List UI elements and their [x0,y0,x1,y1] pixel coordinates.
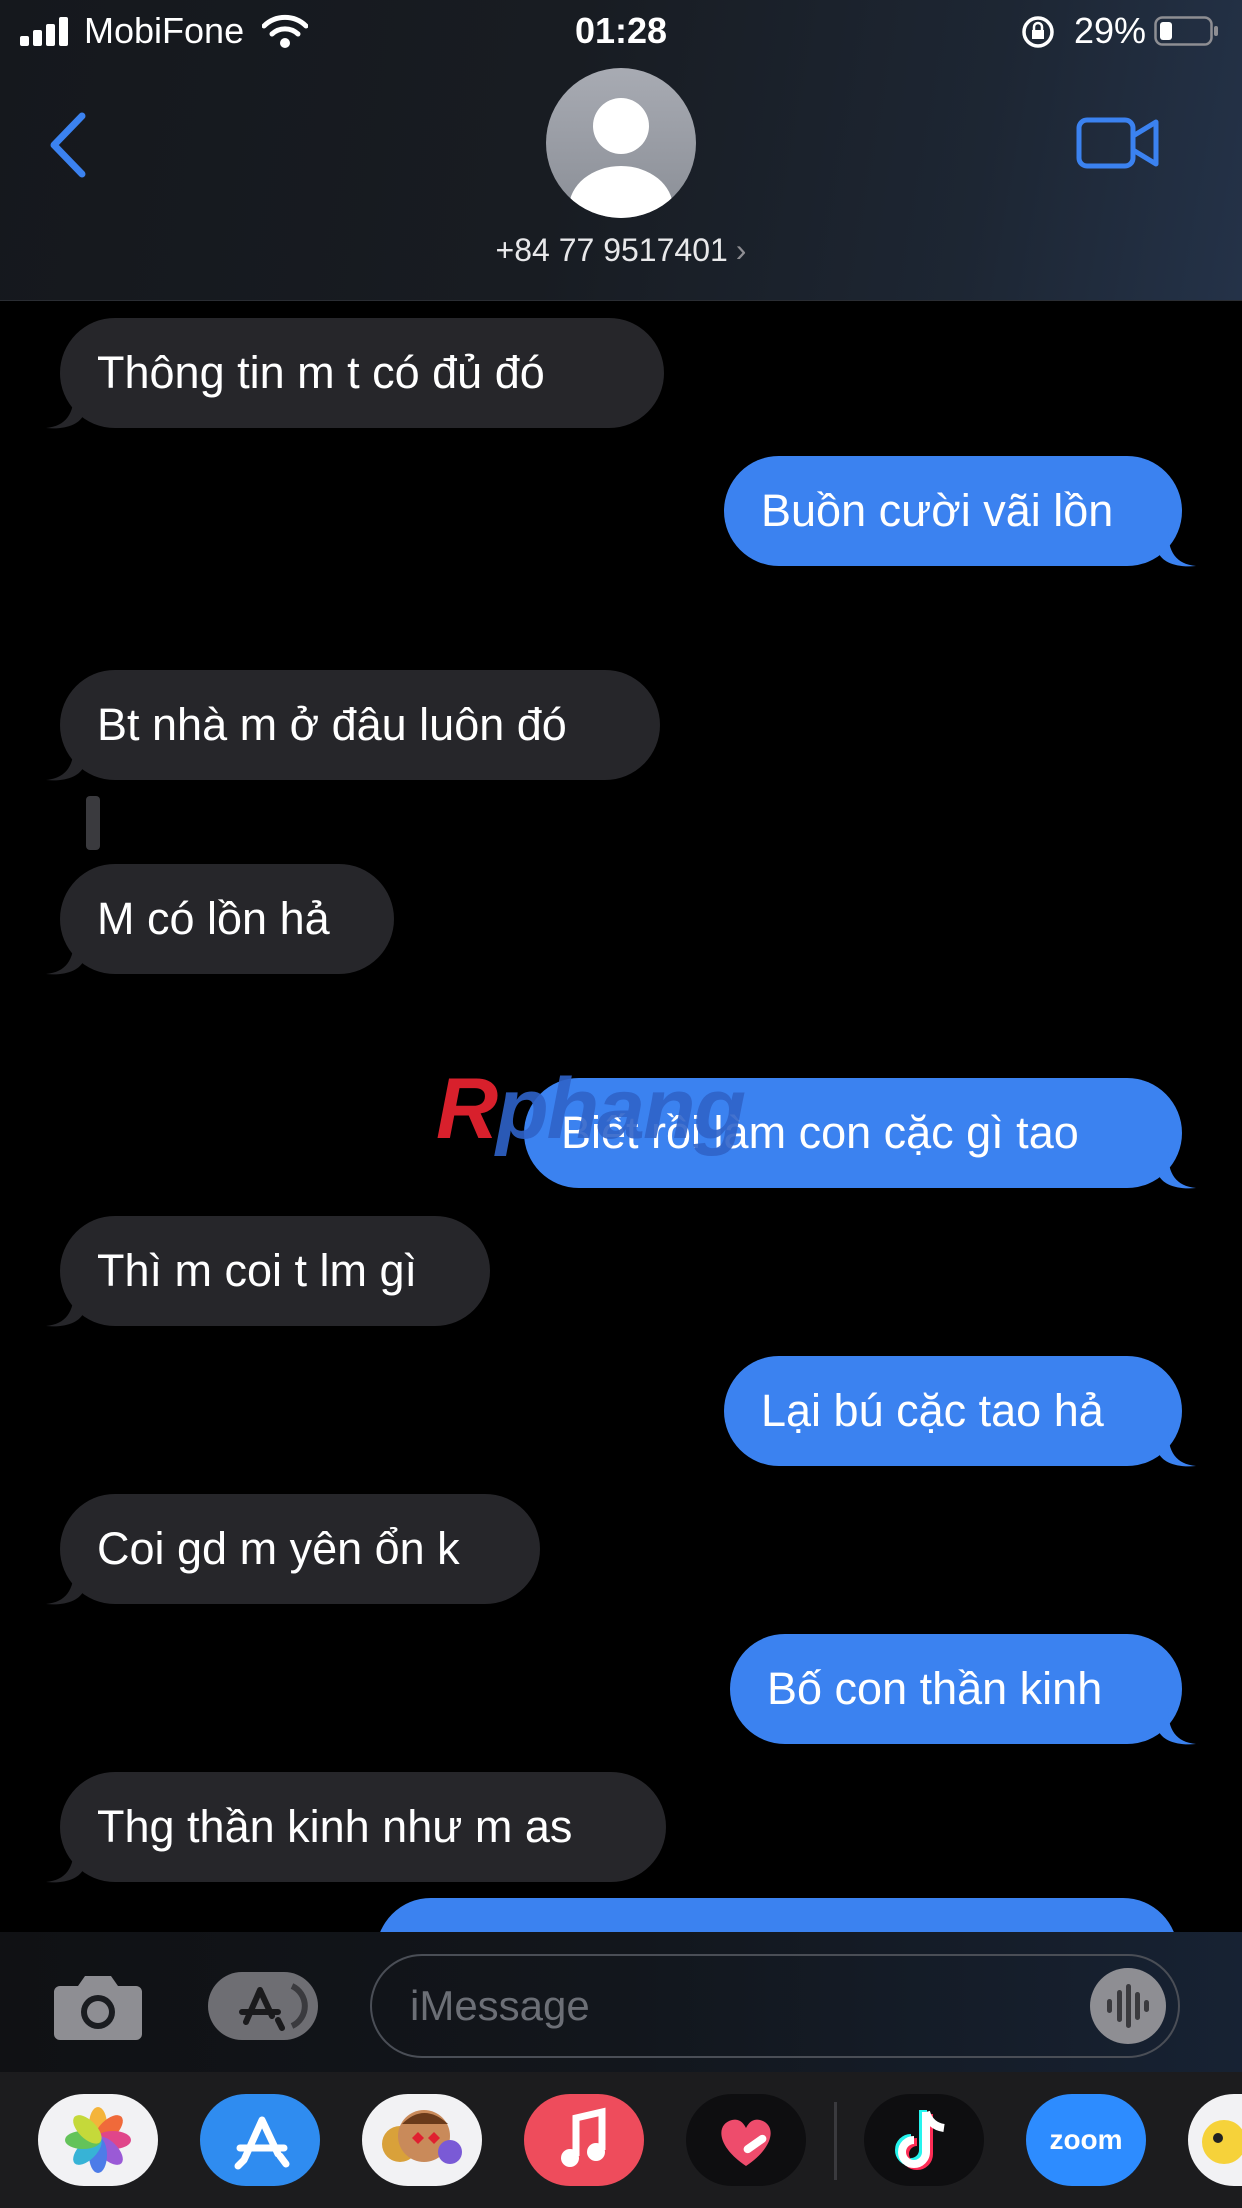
audio-message-button[interactable] [1090,1968,1166,2044]
bubble-tail [46,744,84,781]
incoming-message[interactable]: Thông tin m t có đủ đó [60,318,664,428]
composer-bar: iMessage [0,1932,1242,2072]
person-silhouette-icon [569,98,673,218]
app-store-a-icon [239,1983,308,2031]
bubble-tail [46,1846,84,1883]
bubble-tail [46,392,84,429]
contact-number: +84 77 9517401 [495,232,728,268]
bubble-tail [1158,1708,1196,1745]
incoming-message[interactable]: Thì m coi t lm gì [60,1216,490,1326]
bubble-tail [46,938,84,975]
app-store-button[interactable] [208,1972,318,2040]
incoming-message[interactable]: M có lồn hả [60,864,394,974]
drawer-separator [834,2102,837,2180]
photos-app-icon[interactable] [38,2094,158,2186]
app-store-icon[interactable] [200,2094,320,2186]
outgoing-message[interactable]: Lại bú cặc tao hả [724,1356,1182,1466]
status-bar: MobiFone 01:28 29% [0,0,1242,62]
bubble-tail [1158,1152,1196,1189]
bubble-tail [46,1568,84,1605]
conversation-header: MobiFone 01:28 29% +84 77 9517401 › [0,0,1242,301]
battery-icon [1154,16,1218,46]
outgoing-message[interactable]: Bố con thần kinh [730,1634,1182,1744]
incoming-message[interactable]: Coi gd m yên ổn k [60,1494,540,1604]
tiktok-icon[interactable] [864,2094,984,2186]
waveform-icon [1107,1984,1149,2028]
camera-icon[interactable] [52,1970,144,2042]
bubble-tail [1158,530,1196,567]
incoming-message[interactable]: Thg thần kinh như m as [60,1772,666,1882]
incoming-message[interactable]: Bt nhà m ở đâu luôn đó [60,670,660,780]
input-placeholder: iMessage [410,1982,590,2029]
back-chevron-icon[interactable] [44,110,94,180]
bubble-tail [46,1290,84,1327]
contact-name[interactable]: +84 77 9517401 › [0,232,1242,269]
sticker-icon[interactable] [1188,2094,1242,2186]
zoom-icon[interactable]: zoom [1026,2094,1146,2186]
watermark-logo: Rphang [436,1061,746,1157]
bubble-tail [1158,1430,1196,1467]
music-icon[interactable] [524,2094,644,2186]
video-call-icon[interactable] [1076,114,1160,172]
battery-percentage: 29% [1073,10,1146,51]
memoji-icon[interactable] [362,2094,482,2186]
chevron-right-icon: › [735,232,747,268]
rotation-lock-icon [1022,16,1054,48]
heart-app-icon[interactable] [686,2094,806,2186]
reply-indicator [86,796,100,850]
app-drawer: zoom [0,2072,1242,2208]
outgoing-message[interactable]: Buồn cười vãi lồn [724,456,1182,566]
imessage-input[interactable]: iMessage [370,1954,1180,2058]
contact-avatar[interactable] [546,68,696,218]
